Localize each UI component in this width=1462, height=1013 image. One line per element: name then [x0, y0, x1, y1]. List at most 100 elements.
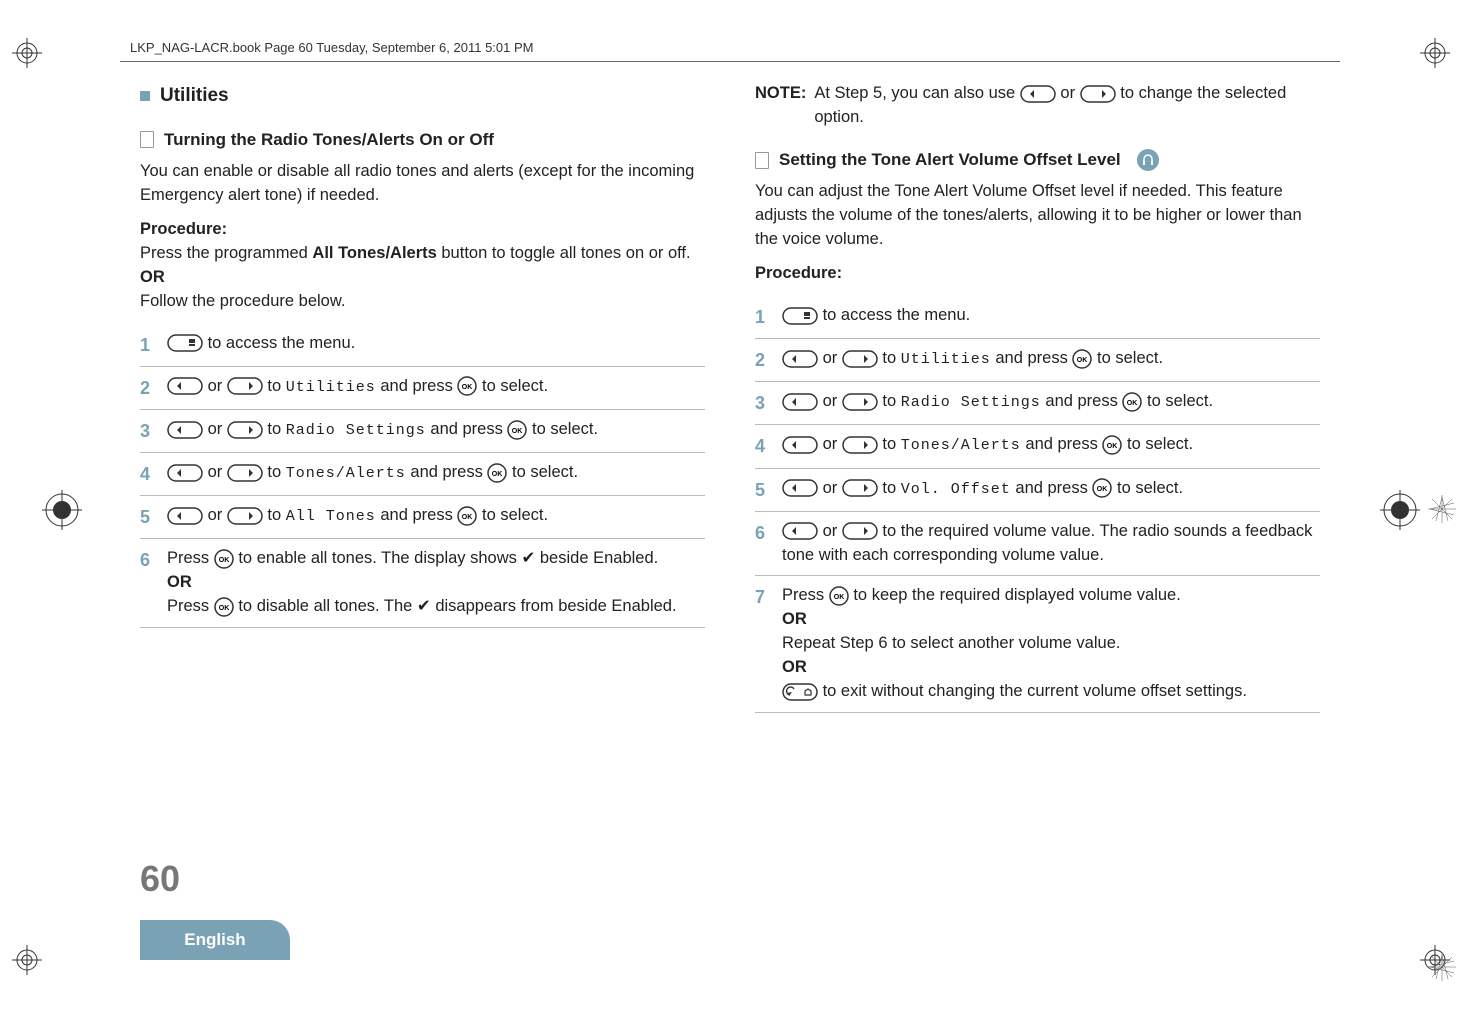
step-body: or to All Tones and press OK to select. — [167, 504, 705, 528]
svg-text:OK: OK — [1097, 486, 1108, 493]
left-arrow-button-icon — [782, 393, 818, 411]
left-arrow-button-icon — [782, 350, 818, 368]
left-column: Utilities Turning the Radio Tones/Alerts… — [140, 82, 705, 713]
step-body: Press OK to keep the required displayed … — [782, 584, 1320, 704]
left-sub-title: Turning the Radio Tones/Alerts On or Off — [164, 128, 494, 153]
step-number: 3 — [755, 390, 770, 416]
step-number: 7 — [755, 584, 770, 610]
ok-button-icon: OK — [487, 463, 507, 483]
section-bullet-icon — [140, 91, 150, 101]
step-body: or to Tones/Alerts and press OK to selec… — [782, 433, 1320, 457]
headset-icon — [1137, 149, 1159, 171]
document-icon — [140, 131, 154, 148]
step-body: Press OK to enable all tones. The displa… — [167, 547, 705, 619]
ok-button-icon: OK — [1092, 478, 1112, 498]
left-arrow-button-icon — [782, 436, 818, 454]
procedure-label: Procedure: — [755, 262, 1320, 286]
left-arrow-button-icon — [167, 507, 203, 525]
svg-text:OK: OK — [1077, 357, 1088, 364]
svg-text:OK: OK — [492, 471, 503, 478]
svg-text:OK: OK — [219, 605, 230, 612]
note-label: NOTE: — [755, 82, 806, 106]
svg-text:OK: OK — [1127, 400, 1138, 407]
step-body: or to Vol. Offset and press OK to select… — [782, 477, 1320, 501]
left-arrow-button-icon — [167, 377, 203, 395]
step-body: or to Radio Settings and press OK to sel… — [782, 390, 1320, 414]
svg-text:OK: OK — [219, 557, 230, 564]
ok-button-icon: OK — [214, 597, 234, 617]
step-number: 4 — [755, 433, 770, 459]
step-body: or to Utilities and press OK to select. — [167, 375, 705, 399]
svg-text:OK: OK — [462, 384, 473, 391]
right-arrow-button-icon — [842, 393, 878, 411]
starburst-icon — [1428, 495, 1456, 523]
step-number: 3 — [140, 418, 155, 444]
procedure-text: Press the programmed All Tones/Alerts bu… — [140, 242, 705, 266]
ok-button-icon: OK — [829, 586, 849, 606]
right-arrow-button-icon — [842, 350, 878, 368]
section-title: Utilities — [160, 82, 229, 110]
right-arrow-button-icon — [842, 436, 878, 454]
header-rule — [120, 61, 1340, 62]
step-number: 4 — [140, 461, 155, 487]
left-arrow-button-icon — [782, 522, 818, 540]
svg-text:OK: OK — [1107, 443, 1118, 450]
left-arrow-button-icon — [1020, 85, 1056, 103]
or-label: OR — [140, 266, 705, 290]
step-number: 6 — [140, 547, 155, 573]
right-arrow-button-icon — [227, 377, 263, 395]
step-body: or to Utilities and press OK to select. — [782, 347, 1320, 371]
step-body: or to the required volume value. The rad… — [782, 520, 1320, 568]
svg-text:OK: OK — [834, 594, 845, 601]
registration-mark-icon — [12, 945, 42, 975]
right-arrow-button-icon — [227, 421, 263, 439]
step-number: 5 — [755, 477, 770, 503]
right-sub-title: Setting the Tone Alert Volume Offset Lev… — [779, 148, 1121, 173]
right-arrow-button-icon — [1080, 85, 1116, 103]
language-tab: English — [140, 920, 290, 960]
step-number: 2 — [755, 347, 770, 373]
right-column: NOTE: At Step 5, you can also use or to … — [755, 82, 1320, 713]
document-icon — [755, 152, 769, 169]
svg-text:OK: OK — [462, 514, 473, 521]
starburst-icon — [1428, 953, 1456, 981]
page-number: 60 — [140, 858, 180, 900]
right-arrow-button-icon — [842, 479, 878, 497]
step-body: to access the menu. — [167, 332, 705, 356]
step-number: 6 — [755, 520, 770, 546]
step-body: to access the menu. — [782, 304, 1320, 328]
ok-button-icon: OK — [1102, 435, 1122, 455]
menu-button-icon — [782, 307, 818, 325]
right-intro: You can adjust the Tone Alert Volume Off… — [755, 180, 1320, 252]
procedure-alt-text: Follow the procedure below. — [140, 290, 705, 314]
back-home-button-icon — [782, 683, 818, 701]
right-arrow-button-icon — [227, 464, 263, 482]
ok-button-icon: OK — [457, 376, 477, 396]
step-body: or to Radio Settings and press OK to sel… — [167, 418, 705, 442]
registration-mark-icon — [12, 38, 42, 68]
ok-button-icon: OK — [507, 420, 527, 440]
note-body: At Step 5, you can also use or to change… — [814, 82, 1320, 130]
left-arrow-button-icon — [782, 479, 818, 497]
ok-button-icon: OK — [1072, 349, 1092, 369]
step-number: 5 — [140, 504, 155, 530]
side-registration-icon — [1380, 490, 1420, 530]
svg-text:OK: OK — [512, 428, 523, 435]
ok-button-icon: OK — [1122, 392, 1142, 412]
menu-button-icon — [167, 334, 203, 352]
registration-mark-icon — [1420, 38, 1450, 68]
right-arrow-button-icon — [842, 522, 878, 540]
step-number: 1 — [755, 304, 770, 330]
left-arrow-button-icon — [167, 464, 203, 482]
right-arrow-button-icon — [227, 507, 263, 525]
left-intro: You can enable or disable all radio tone… — [140, 160, 705, 208]
step-number: 2 — [140, 375, 155, 401]
ok-button-icon: OK — [457, 506, 477, 526]
procedure-label: Procedure: — [140, 218, 705, 242]
side-registration-icon — [42, 490, 82, 530]
step-body: or to Tones/Alerts and press OK to selec… — [167, 461, 705, 485]
ok-button-icon: OK — [214, 549, 234, 569]
header-text: LKP_NAG-LACR.book Page 60 Tuesday, Septe… — [130, 40, 1340, 55]
step-number: 1 — [140, 332, 155, 358]
left-arrow-button-icon — [167, 421, 203, 439]
